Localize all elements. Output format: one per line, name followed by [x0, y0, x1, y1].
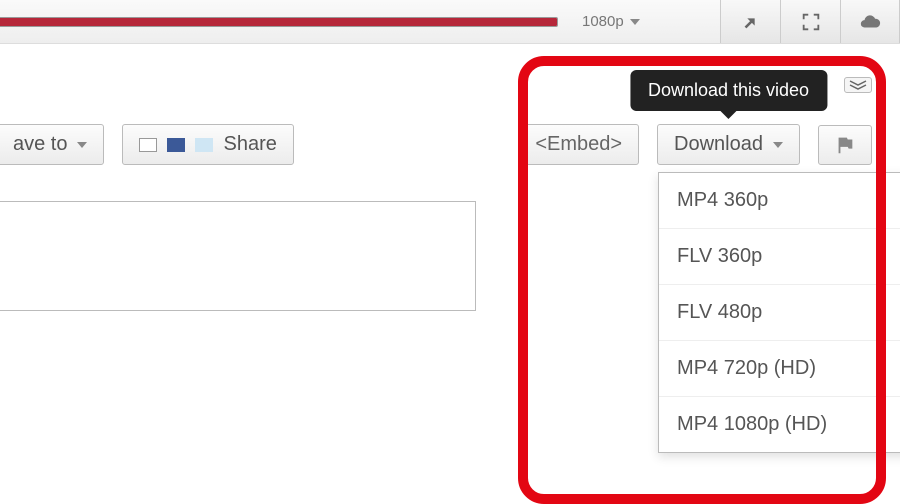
mail-icon — [139, 138, 157, 152]
tooltip-text: Download this video — [648, 80, 809, 100]
popout-icon — [740, 11, 762, 33]
embed-button[interactable]: <Embed> — [518, 124, 639, 165]
quality-label: 1080p — [582, 13, 624, 30]
download-option[interactable]: MP4 360p — [659, 173, 900, 229]
twitter-icon — [195, 138, 213, 152]
flag-button[interactable] — [818, 125, 872, 165]
download-button[interactable]: Download this video Download MP4 360p FL… — [657, 124, 800, 165]
download-option-label: FLV 480p — [677, 301, 762, 323]
comment-textarea[interactable] — [0, 201, 476, 311]
cloud-button[interactable] — [840, 0, 900, 43]
download-option[interactable]: FLV 360p — [659, 229, 900, 285]
chevron-down-icon — [630, 19, 640, 25]
chevron-down-icon — [77, 142, 87, 148]
facebook-icon — [167, 138, 185, 152]
download-option-label: MP4 360p — [677, 189, 768, 211]
save-to-button[interactable]: ave to — [0, 124, 104, 165]
actions-row: ave to Share <Embed> Download this video… — [0, 110, 900, 175]
embed-label: <Embed> — [535, 133, 622, 156]
download-option[interactable]: FLV 480p — [659, 285, 900, 341]
download-label: Download — [674, 133, 763, 156]
share-label: Share — [223, 133, 276, 156]
download-option-label: MP4 720p (HD) — [677, 357, 816, 379]
download-option-label: MP4 1080p (HD) — [677, 413, 827, 435]
fullscreen-icon — [800, 11, 822, 33]
download-tooltip: Download this video — [630, 70, 827, 111]
download-option[interactable]: MP4 1080p (HD) — [659, 397, 900, 452]
player-controls-row: 1080p — [0, 0, 900, 44]
download-option-label: FLV 360p — [677, 245, 762, 267]
share-button[interactable]: Share — [122, 124, 293, 165]
download-option[interactable]: MP4 720p (HD) — [659, 341, 900, 397]
fullscreen-button[interactable] — [780, 0, 840, 43]
popout-button[interactable] — [720, 0, 780, 43]
quality-selector[interactable]: 1080p — [576, 9, 646, 34]
flag-icon — [834, 134, 856, 156]
progress-bar[interactable] — [0, 17, 558, 27]
collapse-right-button[interactable] — [844, 77, 872, 93]
chevron-down-icon — [773, 142, 783, 148]
double-chevron-down-icon — [849, 80, 867, 90]
progress-fill — [0, 18, 557, 26]
download-menu: MP4 360p FLV 360p FLV 480p MP4 720p (HD)… — [658, 172, 900, 453]
save-to-label: ave to — [13, 133, 67, 156]
player-right-controls — [720, 0, 900, 43]
cloud-icon — [859, 11, 881, 33]
